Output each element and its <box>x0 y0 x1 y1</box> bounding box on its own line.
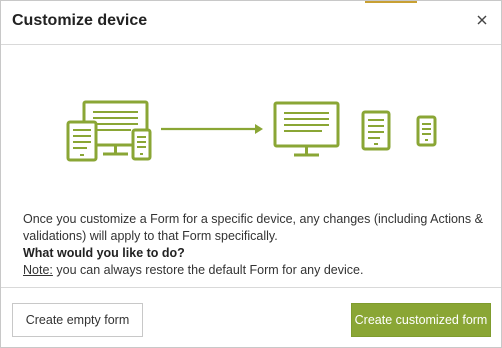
phone-icon <box>131 128 152 161</box>
note-paragraph: Note: you can always restore the default… <box>23 262 489 279</box>
tablet-icon <box>361 110 391 151</box>
arrow-right-icon <box>161 124 263 134</box>
close-button[interactable] <box>473 11 491 29</box>
dialog-header: Customize device <box>1 1 501 45</box>
tablet-icon <box>66 120 98 162</box>
close-icon <box>477 15 487 25</box>
dialog-body: Once you customize a Form for a specific… <box>1 45 501 287</box>
customize-device-dialog: Customize device Once you customize a Fo… <box>0 0 502 348</box>
dialog-footer: Create empty form Create customized form <box>1 287 501 347</box>
desktop-icon <box>273 101 340 157</box>
description-text: Once you customize a Form for a specific… <box>23 211 489 279</box>
phone-icon <box>416 115 437 147</box>
note-text: you can always restore the default Form … <box>52 263 364 277</box>
create-customized-form-button[interactable]: Create customized form <box>351 303 491 337</box>
description-line: Once you customize a Form for a specific… <box>23 212 483 243</box>
device-illustration <box>66 100 437 162</box>
dialog-title: Customize device <box>12 12 148 29</box>
note-label: Note: <box>23 263 53 277</box>
question-text: What would you like to do? <box>23 246 185 260</box>
create-empty-form-button[interactable]: Create empty form <box>12 303 143 337</box>
